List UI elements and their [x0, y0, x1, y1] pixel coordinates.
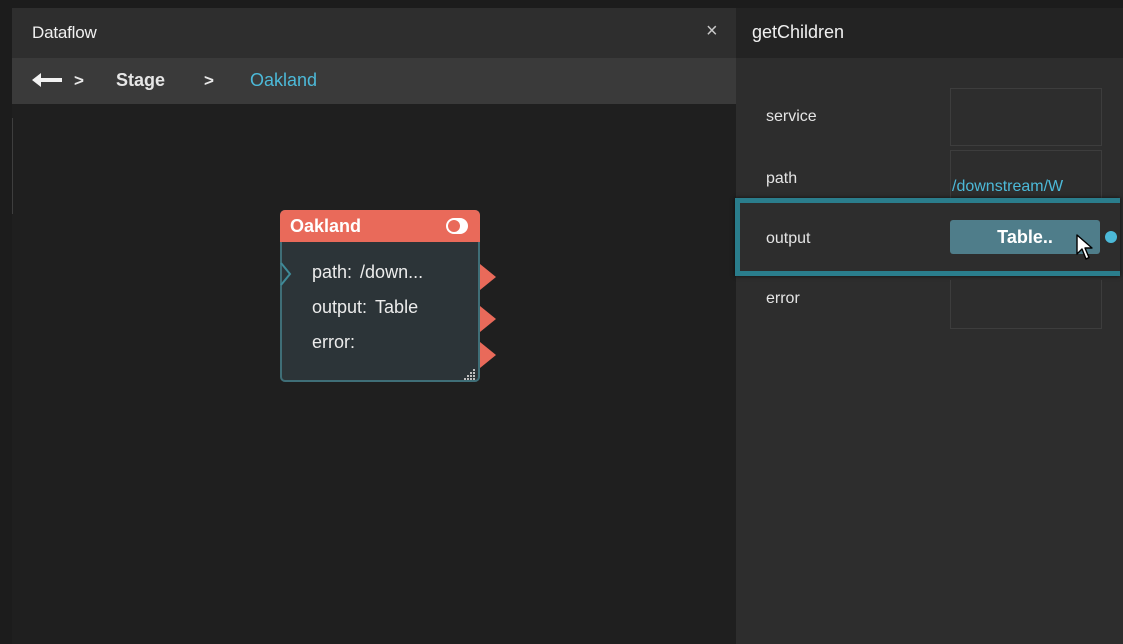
field-label-path: path: [766, 170, 798, 187]
field-label-error: error: [766, 290, 800, 307]
mouse-cursor-icon: [1076, 234, 1096, 267]
close-icon[interactable]: ×: [706, 21, 718, 41]
node-row-output: output: Table: [312, 297, 418, 318]
path-value: /downstream/W: [952, 178, 1064, 195]
field-label-output: output: [766, 230, 811, 247]
node-row-label: output:: [312, 297, 368, 317]
output-port-dot-icon[interactable]: [1105, 231, 1117, 243]
node-title: Oakland: [290, 216, 362, 236]
port-arrow-icon[interactable]: [480, 264, 496, 290]
dataflow-node[interactable]: Oakland path: /down... output: Table error…: [280, 210, 496, 382]
breadcrumb-separator: >: [74, 71, 84, 90]
service-field[interactable]: [950, 88, 1102, 146]
toggle-icon[interactable]: [446, 218, 468, 234]
back-arrow-icon[interactable]: [32, 72, 64, 93]
node-row-path: path: /down...: [312, 262, 423, 283]
breadcrumb-separator: >: [204, 71, 214, 90]
input-port-icon[interactable]: [280, 262, 292, 286]
node-header[interactable]: Oakland: [280, 210, 480, 242]
breadcrumb: > Stage > Oakland: [12, 58, 736, 104]
node-row-value: Table: [375, 297, 419, 317]
resize-grip-icon[interactable]: [464, 368, 476, 380]
dataflow-header: Dataflow ×: [12, 8, 736, 58]
node-row-error: error:: [312, 332, 363, 353]
port-arrow-icon[interactable]: [480, 306, 496, 332]
properties-header: getChildren: [736, 8, 1123, 58]
port-arrow-icon[interactable]: [480, 342, 496, 368]
dataflow-panel: Dataflow × > Stage > Oakland Oakland pat…: [12, 8, 736, 644]
breadcrumb-item-oakland[interactable]: Oakland: [250, 70, 317, 91]
panel-title: Dataflow: [32, 23, 97, 42]
node-row-label: path:: [312, 262, 353, 282]
field-label-service: service: [766, 108, 817, 125]
properties-panel: getChildren service path /downstream/W o…: [735, 8, 1123, 644]
node-row-label: error:: [312, 332, 356, 352]
panel-divider: [12, 118, 13, 214]
node-row-value: /down...: [360, 262, 424, 282]
breadcrumb-item-stage[interactable]: Stage: [116, 70, 165, 91]
error-field[interactable]: [950, 280, 1102, 329]
properties-title: getChildren: [752, 22, 845, 42]
